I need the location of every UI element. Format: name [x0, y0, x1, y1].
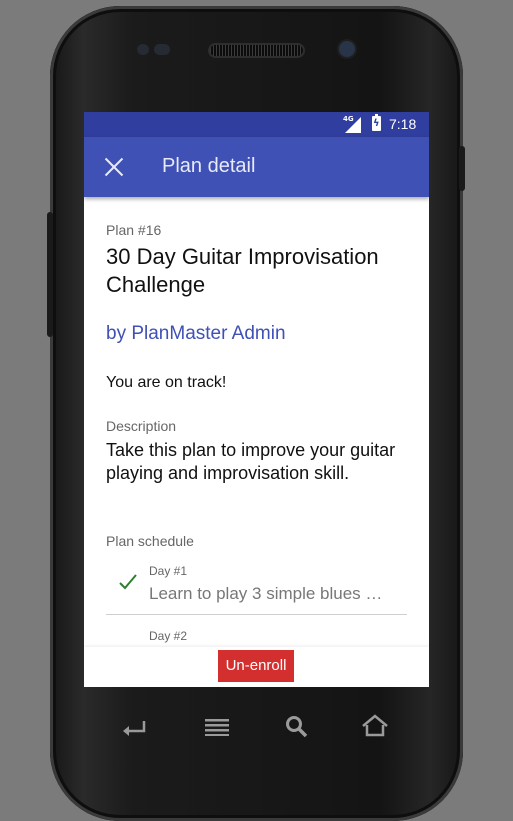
- plan-detail-content[interactable]: Plan #16 30 Day Guitar Improvisation Cha…: [84, 197, 429, 647]
- plan-author-link[interactable]: by PlanMaster Admin: [106, 323, 286, 345]
- front-camera: [339, 41, 355, 57]
- app-bar: Plan detail: [84, 137, 429, 197]
- screen: 4G ϟ 7:18 Plan detail Plan #16 30 Day Gu…: [84, 112, 429, 687]
- home-icon[interactable]: [360, 712, 390, 740]
- light-sensor: [154, 44, 170, 55]
- unenroll-button[interactable]: Un-enroll: [218, 650, 294, 682]
- day-title: Learn to play 3 simple blues …: [149, 584, 383, 603]
- plan-title: 30 Day Guitar Improvisation Challenge: [106, 244, 379, 297]
- day-label: Day #1: [149, 564, 188, 578]
- volume-button: [47, 212, 53, 337]
- network-type: 4G: [343, 115, 354, 123]
- description-label: Description: [106, 418, 177, 434]
- bottom-action-bar: Un-enroll: [84, 647, 429, 687]
- schedule-item[interactable]: Day #2: [106, 627, 407, 647]
- power-button: [459, 146, 465, 191]
- menu-icon[interactable]: [202, 712, 232, 740]
- back-icon[interactable]: [120, 712, 150, 740]
- clock: 7:18: [389, 116, 417, 132]
- check-icon: [119, 574, 137, 590]
- description-text: Take this plan to improve your guitar pl…: [106, 440, 396, 483]
- battery-charging-icon: ϟ: [372, 114, 381, 131]
- signal-icon: 4G: [343, 115, 361, 133]
- status-bar: 4G ϟ 7:18: [84, 112, 429, 137]
- plan-status: You are on track!: [106, 374, 227, 391]
- plan-number: Plan #16: [106, 222, 162, 238]
- close-icon[interactable]: [102, 155, 126, 179]
- schedule-label: Plan schedule: [106, 533, 194, 549]
- day-label: Day #2: [149, 629, 188, 643]
- schedule-item[interactable]: Day #1 Learn to play 3 simple blues …: [106, 562, 407, 615]
- proximity-sensor: [137, 44, 149, 55]
- page-title: Plan detail: [162, 155, 256, 177]
- search-icon[interactable]: [282, 712, 312, 740]
- earpiece-speaker: [210, 45, 303, 56]
